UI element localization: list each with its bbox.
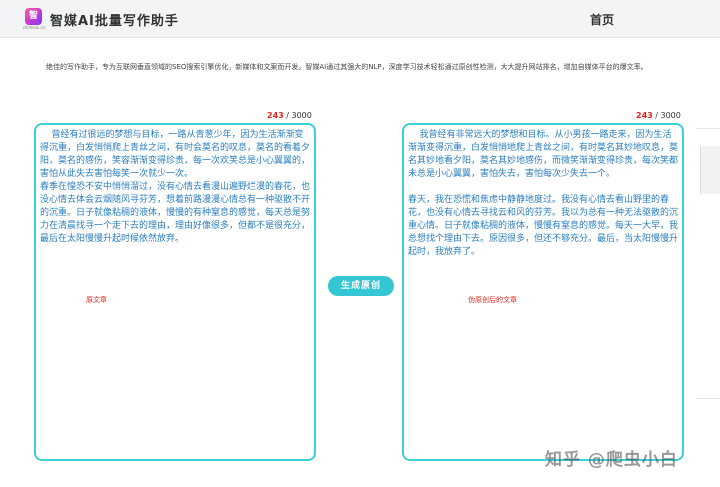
app-title: 智媒AI批量写作助手 bbox=[50, 14, 179, 29]
right-char-counter: 243 / 3000 bbox=[636, 111, 681, 120]
left-char-max: / 3000 bbox=[286, 111, 312, 120]
right-char-max: / 3000 bbox=[655, 111, 681, 120]
app-logo[interactable]: 智 zhimeiai.cn bbox=[23, 8, 45, 30]
rewritten-article-caption: 伪原创后的文章 bbox=[468, 296, 517, 304]
left-char-count: 243 bbox=[267, 111, 284, 120]
generate-original-button[interactable]: 生成原创 bbox=[328, 276, 394, 296]
original-article-text: 曾经有过很远的梦想与目标，一路从青葱少年，因为生活渐渐变得沉重，白发悄悄爬上青丝… bbox=[40, 130, 311, 244]
right-edge-divider bbox=[696, 128, 720, 129]
logo-subtext: zhimeiai.cn bbox=[22, 25, 46, 30]
original-article-caption: 原文章 bbox=[86, 296, 107, 304]
watermark: 知乎 @爬虫小白 bbox=[545, 450, 678, 470]
right-edge-divider-lower bbox=[696, 398, 720, 399]
intro-description: 绝佳的写作助手，专为互联网垂直领域的SEO搜索引擎优化，新媒体和文案而开发。智媒… bbox=[46, 63, 648, 71]
right-char-count: 243 bbox=[636, 111, 653, 120]
logo-icon: 智 bbox=[25, 8, 42, 25]
rewritten-article-text: 我曾经有非常远大的梦想和目标。从小男孩一路走来，因为生活渐渐变得沉重，白发悄悄地… bbox=[408, 130, 679, 257]
original-article-textarea[interactable]: 曾经有过很远的梦想与目标，一路从青葱少年，因为生活渐渐变得沉重，白发悄悄爬上青丝… bbox=[34, 123, 316, 461]
nav-home-link[interactable]: 首页 bbox=[590, 11, 614, 28]
app-header: 智 zhimeiai.cn 智媒AI批量写作助手 首页 bbox=[0, 0, 720, 38]
rewritten-article-textarea[interactable]: 我曾经有非常远大的梦想和目标。从小男孩一路走来，因为生活渐渐变得沉重，白发悄悄地… bbox=[402, 123, 684, 461]
side-panel-edge bbox=[700, 146, 720, 194]
left-char-counter: 243 / 3000 bbox=[267, 111, 312, 120]
